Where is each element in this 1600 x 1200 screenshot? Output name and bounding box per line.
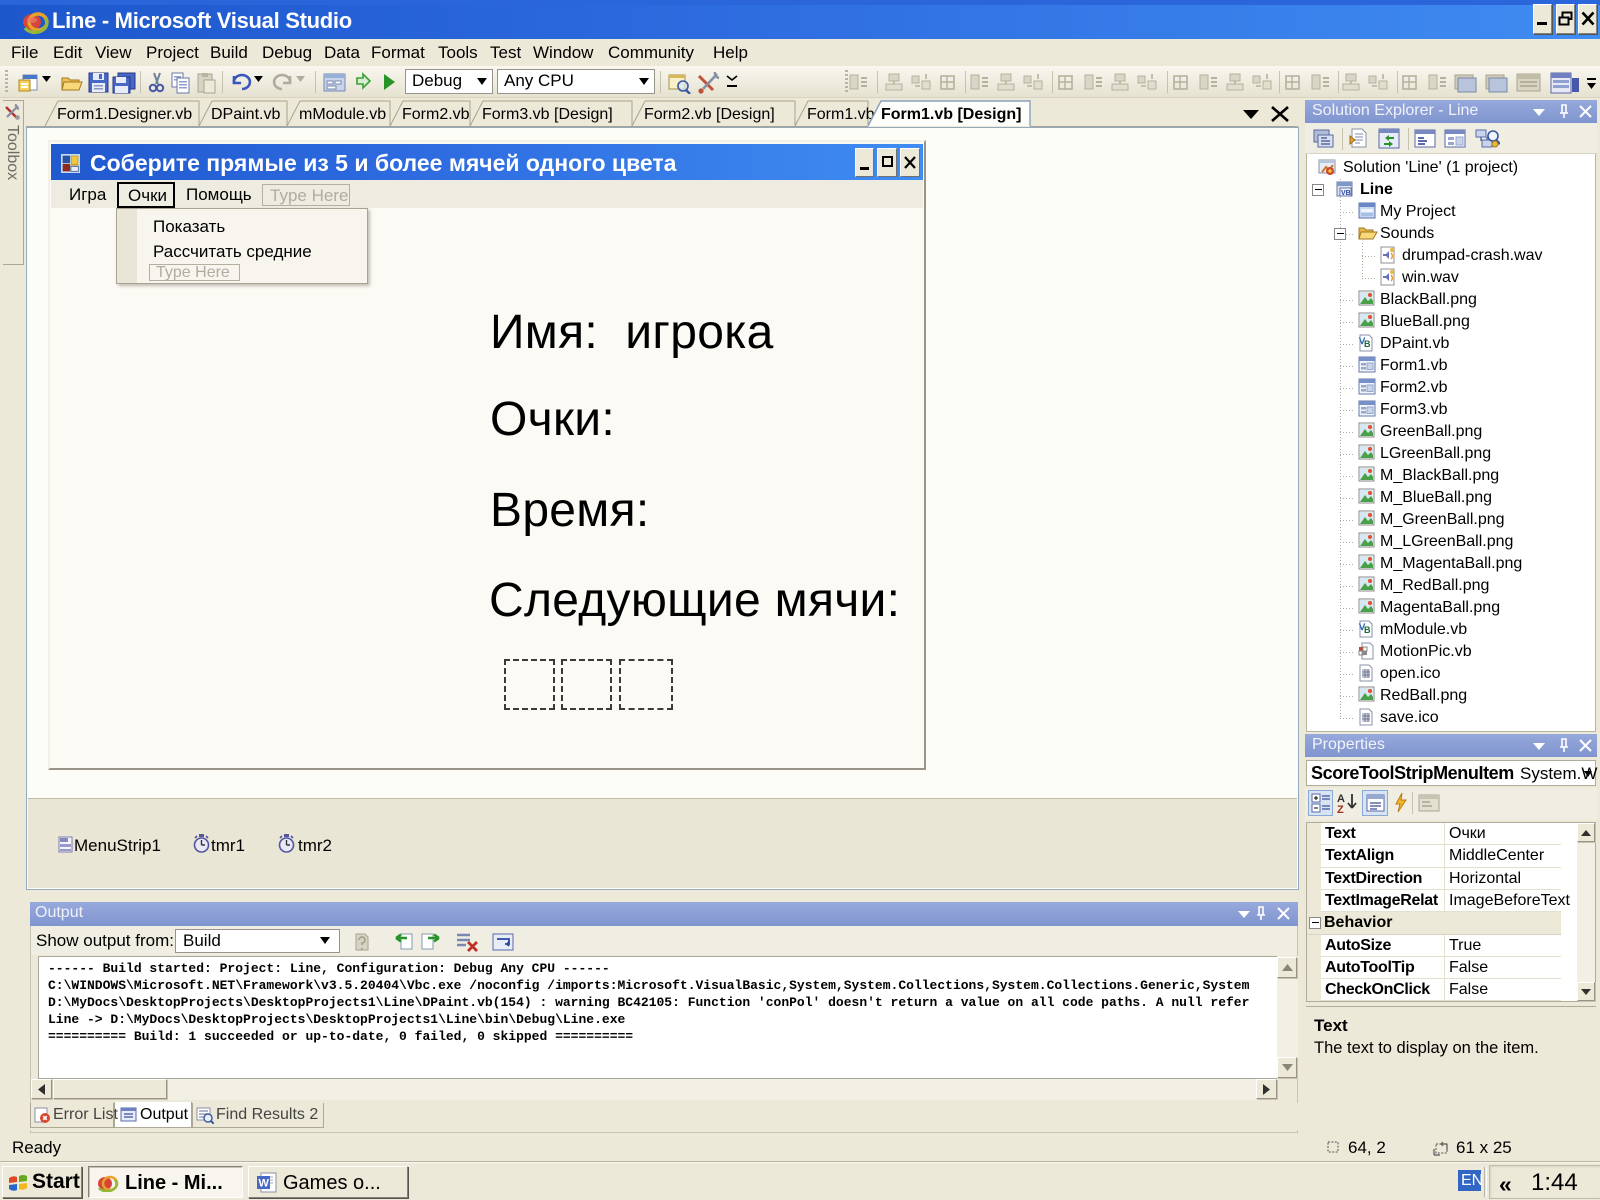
svg-text:Form1.vb [Design]: Form1.vb [Design] <box>881 106 1021 123</box>
svg-text:mModule.vb: mModule.vb <box>299 106 386 123</box>
svg-text:Form1.vb: Form1.vb <box>807 106 875 123</box>
svg-text:Z: Z <box>1337 804 1344 814</box>
svg-text:Form3.vb [Design]: Form3.vb [Design] <box>482 106 613 123</box>
svg-text:Form1.Designer.vb: Form1.Designer.vb <box>57 106 192 123</box>
svg-text:B: B <box>1364 339 1371 349</box>
svg-text:W: W <box>259 1178 270 1190</box>
svg-text:DPaint.vb: DPaint.vb <box>211 106 280 123</box>
svg-text:VB: VB <box>1341 190 1351 197</box>
svg-text:Form2.vb: Form2.vb <box>402 106 470 123</box>
svg-text:B: B <box>1364 625 1371 635</box>
svg-text:Form2.vb [Design]: Form2.vb [Design] <box>644 106 775 123</box>
